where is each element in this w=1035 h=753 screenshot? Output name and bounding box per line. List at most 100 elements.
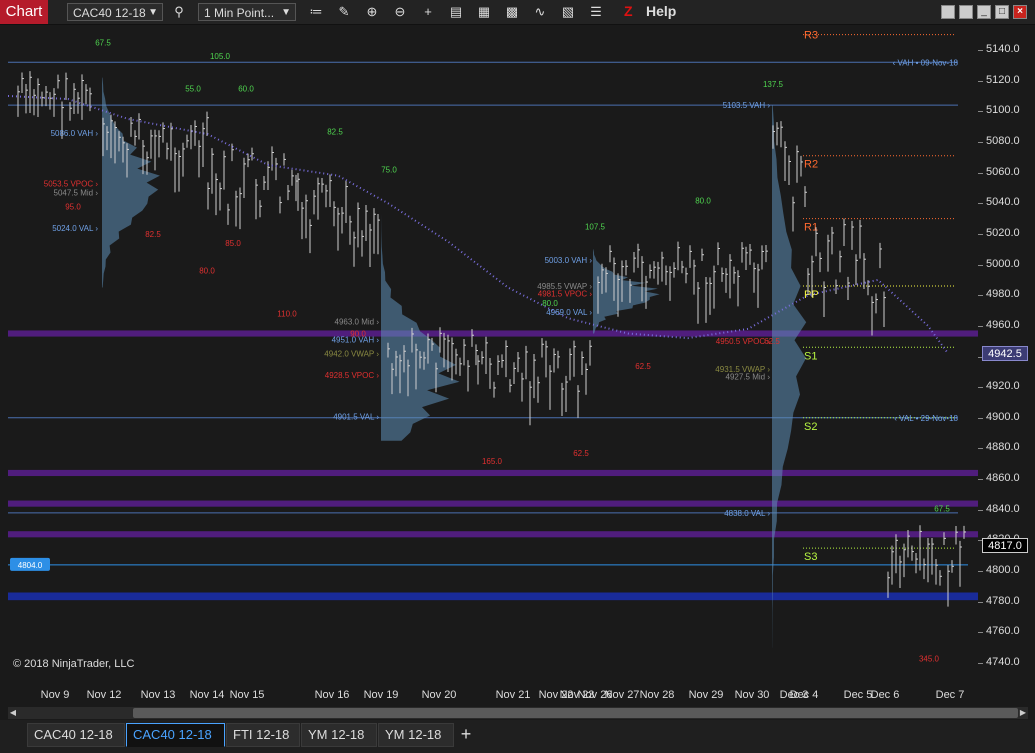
price-axis[interactable]: 5140.0 5120.0 5100.0 5080.0 5060.0 5040.0 5020… [978, 26, 1035, 678]
profile-label: 4981.5 VPOC › [538, 290, 593, 299]
swing-label: 62.5 [764, 337, 780, 346]
price-tick-label: 4900.0 [978, 410, 1020, 423]
time-tick-label: Nov 30 [734, 689, 770, 701]
pivot-label: R3 [804, 30, 818, 42]
scroll-left-icon[interactable]: ◀ [8, 707, 18, 719]
profile-label: 4928.5 VPOC › [325, 371, 380, 380]
swing-label: 165.0 [482, 457, 503, 466]
tab-ym-1[interactable]: YM 12-18 [301, 723, 377, 747]
data-box-icon[interactable]: ▤ [447, 3, 465, 21]
copyright-text: © 2018 NinjaTrader, LLC [13, 658, 135, 670]
volume-profile [102, 77, 160, 288]
price-tick-label: 5120.0 [978, 73, 1020, 86]
instrument-selector[interactable]: CAC40 12-18 ▼ [67, 3, 163, 21]
profile-label: 5103.5 VAH › [723, 101, 771, 110]
time-tick-label: Nov 12 [86, 689, 122, 701]
pencil-icon[interactable]: ✎ [335, 3, 353, 21]
chevron-down-icon: ▼ [148, 7, 158, 18]
swing-label: 90.0 [350, 330, 366, 339]
swing-label: 62.5 [573, 449, 589, 458]
price-tick-label: 4960.0 [978, 318, 1020, 331]
price-tick-label: 4780.0 [978, 594, 1020, 607]
pivot-label: S2 [804, 421, 817, 433]
scroll-right-icon[interactable]: ▶ [1018, 707, 1028, 719]
interval-selector[interactable]: 1 Min Point... ▼ [198, 3, 296, 21]
time-tick-label: Nov 20 [421, 689, 457, 701]
chevron-down-icon: ▼ [281, 7, 291, 18]
pivot-label: R2 [804, 159, 818, 171]
session-val-label: ‹ VAL • 29-Nov-18 [894, 414, 958, 423]
profile-label: 5086.0 VAH › [51, 129, 99, 138]
profile-label: 4950.5 VPOC › [716, 337, 771, 346]
profile-label: 5053.5 VPOC › [44, 179, 99, 188]
strategies-icon[interactable]: ∿ [531, 3, 549, 21]
price-tick-label: 4880.0 [978, 441, 1020, 454]
time-tick-label: Nov 28 [639, 689, 675, 701]
pivot-label: PP [804, 289, 819, 301]
horizontal-scrollbar[interactable]: ◀ ▶ [8, 707, 1028, 719]
window-tile2-icon[interactable] [959, 5, 973, 19]
swing-label: 82.5 [327, 127, 343, 136]
time-tick-label: Nov 19 [363, 689, 399, 701]
instrument-tab-bar: CAC40 12-18 CAC40 12-18 FTI 12-18 YM 12-… [0, 720, 1035, 753]
time-tick-label: Dec 4 [789, 689, 819, 701]
swing-label: 67.5 [95, 38, 111, 47]
tab-cac40-1[interactable]: CAC40 12-18 [27, 723, 125, 747]
price-tick-label: 4760.0 [978, 625, 1020, 638]
chart-toolbar: Chart CAC40 12-18 ▼ ⚲ 1 Min Point... ▼ ≔ ✎… [0, 0, 1035, 25]
pivot-label: S3 [804, 551, 817, 563]
zoom-out-icon[interactable]: ⊖ [391, 3, 409, 21]
properties-icon[interactable]: ▦ [475, 3, 493, 21]
volume-profile [772, 105, 807, 648]
swing-label: 60.0 [238, 84, 254, 93]
swing-label: 80.0 [542, 299, 558, 308]
swing-label: 95.0 [65, 202, 81, 211]
price-zone [8, 592, 978, 601]
price-zone [8, 469, 978, 477]
list-icon[interactable]: ☰ [587, 3, 605, 21]
profile-label: 4838.0 VAL › [724, 509, 770, 518]
time-tick-label: Dec 7 [935, 689, 965, 701]
bar-type-icon[interactable]: ≔ [307, 3, 325, 21]
price-tick-label: 5040.0 [978, 196, 1020, 209]
window-tile-icon[interactable] [941, 5, 955, 19]
add-tab-button[interactable]: + [455, 723, 477, 747]
time-tick-label: Dec 6 [870, 689, 900, 701]
price-zone [8, 531, 978, 538]
tab-ym-2[interactable]: YM 12-18 [378, 723, 454, 747]
time-axis[interactable]: Nov 9 Nov 12 Nov 13 Nov 14 Nov 15 Nov 16 Nov 1… [8, 680, 978, 705]
price-tick-label: 4840.0 [978, 502, 1020, 515]
zoom-in-icon[interactable]: ⊕ [363, 3, 381, 21]
search-icon[interactable]: ⚲ [170, 3, 188, 21]
time-tick-label: Nov 15 [229, 689, 265, 701]
left-price-marker-text: 4804.0 [18, 561, 43, 570]
tab-fti[interactable]: FTI 12-18 [226, 723, 300, 747]
profile-label: 4927.5 Mid › [726, 372, 771, 381]
indicators-icon[interactable]: ▩ [503, 3, 521, 21]
profile-label: 5003.0 VAH › [545, 256, 593, 265]
time-tick-label: Nov 27 [604, 689, 640, 701]
swing-label: 55.0 [185, 84, 201, 93]
price-tick-label: 5080.0 [978, 134, 1020, 147]
close-icon[interactable]: × [1013, 5, 1027, 19]
price-zone [8, 330, 978, 337]
chart-panel[interactable]: R3 R2 R1 PP S1 S2 S3 5086.0 VAH › 5053.5 VPOC › 5… [8, 26, 978, 678]
snapshot-icon[interactable]: ▧ [559, 3, 577, 21]
profile-label: 5024.0 VAL › [52, 224, 98, 233]
time-tick-label: Dec 5 [843, 689, 873, 701]
time-tick-label: Nov 14 [189, 689, 225, 701]
z-logo-icon: Z [624, 3, 633, 19]
vwap-price-badge: 4942.5 [982, 345, 1028, 361]
tab-cac40-active[interactable]: CAC40 12-18 [126, 723, 225, 747]
help-button[interactable]: Help [646, 3, 676, 19]
swing-label: 75.0 [381, 166, 397, 175]
pivot-label: S1 [804, 350, 817, 362]
crosshair-icon[interactable]: + [419, 3, 437, 21]
price-tick-label: 5020.0 [978, 226, 1020, 239]
chart-title: Chart [0, 0, 48, 24]
price-tick-label: 4800.0 [978, 564, 1020, 577]
minimize-icon[interactable]: _ [977, 5, 991, 19]
scroll-thumb[interactable] [133, 708, 1018, 718]
maximize-icon[interactable]: □ [995, 5, 1009, 19]
price-tick-label: 4860.0 [978, 472, 1020, 485]
